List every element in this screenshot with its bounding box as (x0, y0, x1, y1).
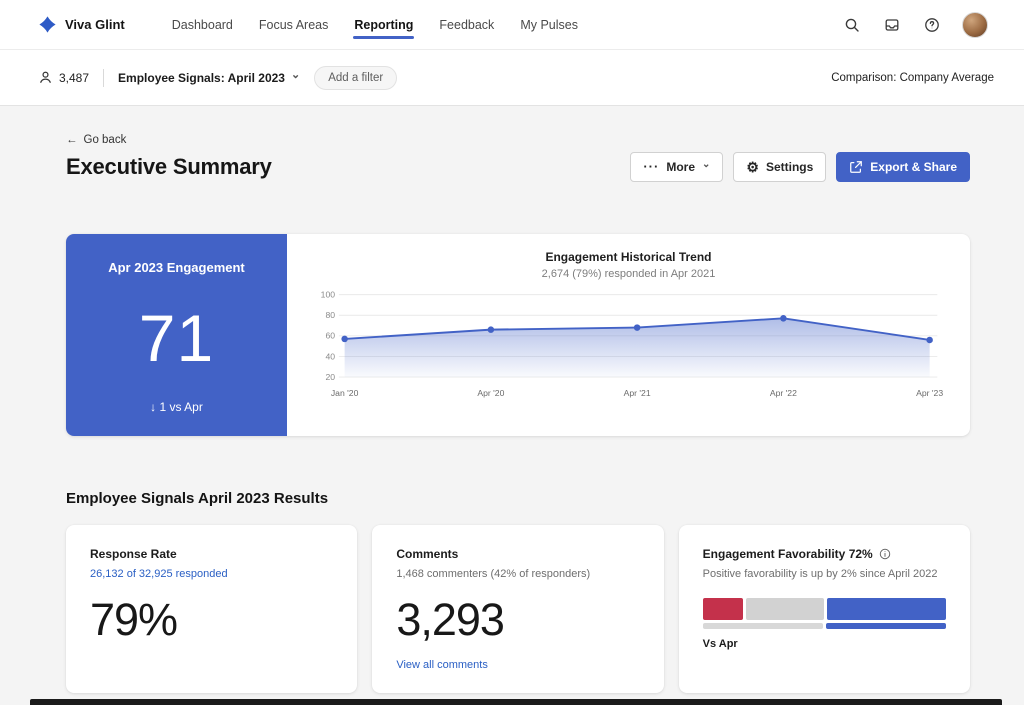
brand[interactable]: Viva Glint (38, 15, 125, 34)
page-header: Executive Summary ··· More ⌄ ⚙ Settings … (66, 152, 970, 182)
user-avatar[interactable] (962, 12, 988, 38)
favorability-segment-favorable (827, 598, 946, 620)
view-all-comments-link[interactable]: View all comments (396, 659, 488, 671)
favorability-vs-label: Vs Apr (703, 638, 738, 650)
page-toolbar: ··· More ⌄ ⚙ Settings Export & Share (630, 152, 970, 182)
chevron-down-icon: ⌄ (291, 70, 300, 81)
engagement-score-panel: Apr 2023 Engagement 71 ↓ 1 vs Apr (66, 234, 287, 436)
svg-text:Jan '20: Jan '20 (331, 388, 359, 398)
viva-glint-logo (38, 15, 57, 34)
comments-value: 3,293 (396, 594, 504, 646)
svg-text:Apr '20: Apr '20 (477, 388, 504, 398)
favorability-bar (703, 598, 946, 620)
engagement-score-label: Apr 2023 Engagement (108, 260, 245, 275)
chart-subtitle: 2,674 (79%) responded in Apr 2021 (309, 268, 948, 280)
nav-dashboard[interactable]: Dashboard (159, 0, 246, 49)
brand-name: Viva Glint (65, 17, 125, 32)
svg-text:40: 40 (325, 351, 335, 361)
engagement-score-delta: ↓ 1 vs Apr (150, 400, 203, 414)
search-icon[interactable] (842, 15, 862, 35)
favorability-segment-unfavorable (703, 598, 743, 620)
survey-selector[interactable]: Employee Signals: April 2023 ⌄ (118, 71, 300, 85)
favorability-segment-neutral (746, 598, 824, 620)
favorability-segment-neutral-prev (703, 623, 823, 629)
respondent-count-value: 3,487 (59, 71, 89, 85)
response-rate-title: Response Rate (90, 547, 177, 561)
chart-title: Engagement Historical Trend (309, 250, 948, 264)
svg-text:60: 60 (325, 331, 335, 341)
svg-text:100: 100 (321, 289, 336, 299)
favorability-card: Engagement Favorability 72% Positive fav… (679, 525, 970, 693)
more-label: More (666, 160, 695, 174)
divider (103, 69, 104, 87)
response-rate-card: Response Rate 26,132 of 32,925 responded… (66, 525, 357, 693)
comments-title: Comments (396, 547, 458, 561)
svg-text:Apr '21: Apr '21 (624, 388, 651, 398)
svg-text:Apr '23: Apr '23 (916, 388, 943, 398)
more-button[interactable]: ··· More ⌄ (630, 152, 723, 182)
export-share-button[interactable]: Export & Share (836, 152, 970, 182)
settings-button[interactable]: ⚙ Settings (733, 152, 826, 182)
responded-link[interactable]: 26,132 of 32,925 responded (90, 568, 228, 580)
background-window-edge (30, 699, 1002, 705)
svg-text:80: 80 (325, 310, 335, 320)
chevron-down-icon: ⌄ (702, 160, 710, 170)
help-icon[interactable] (922, 15, 942, 35)
gear-icon: ⚙ (746, 160, 759, 174)
go-back-label: Go back (84, 134, 127, 146)
comments-subtitle: 1,468 commenters (42% of responders) (396, 568, 590, 580)
results-cards: Response Rate 26,132 of 32,925 responded… (66, 525, 970, 693)
add-filter-button[interactable]: Add a filter (314, 66, 397, 90)
inbox-icon[interactable] (882, 15, 902, 35)
go-back-link[interactable]: ← Go back (66, 134, 126, 146)
person-icon (38, 70, 53, 85)
favorability-title: Engagement Favorability 72% (703, 547, 891, 561)
main-nav: Dashboard Focus Areas Reporting Feedback… (159, 0, 591, 49)
settings-label: Settings (766, 160, 813, 174)
svg-text:Apr '22: Apr '22 (770, 388, 797, 398)
response-rate-value: 79% (90, 594, 177, 646)
engagement-summary-card: Apr 2023 Engagement 71 ↓ 1 vs Apr Engage… (66, 234, 970, 436)
nav-feedback[interactable]: Feedback (426, 0, 507, 49)
favorability-segment-favorable-prev (826, 623, 946, 629)
top-navbar: Viva Glint Dashboard Focus Areas Reporti… (0, 0, 1024, 50)
filter-bar: 3,487 Employee Signals: April 2023 ⌄ Add… (0, 50, 1024, 106)
results-section-title: Employee Signals April 2023 Results (66, 490, 970, 507)
more-dots-icon: ··· (643, 160, 659, 173)
comparison-label: Comparison: Company Average (831, 72, 994, 84)
favorability-subtitle: Positive favorability is up by 2% since … (703, 568, 938, 580)
favorability-comparison-bar (703, 623, 946, 629)
survey-selector-label: Employee Signals: April 2023 (118, 71, 285, 85)
export-icon (849, 160, 863, 174)
nav-focus-areas[interactable]: Focus Areas (246, 0, 341, 49)
engagement-trend-panel: Engagement Historical Trend 2,674 (79%) … (287, 234, 970, 436)
engagement-trend-chart: 20 40 60 80 100 Jan '20 Apr '20 Apr '21 Apr '22 A… (309, 285, 948, 402)
respondent-count: 3,487 (38, 70, 89, 85)
main-content: ← Go back Executive Summary ··· More ⌄ ⚙… (0, 106, 1024, 705)
comments-card: Comments 1,468 commenters (42% of respon… (372, 525, 663, 693)
export-share-label: Export & Share (870, 160, 957, 174)
top-right-actions (842, 12, 988, 38)
back-arrow-icon: ← (66, 134, 78, 146)
info-icon[interactable] (879, 548, 891, 560)
svg-text:20: 20 (325, 372, 335, 382)
favorability-title-text: Engagement Favorability 72% (703, 547, 873, 561)
nav-my-pulses[interactable]: My Pulses (507, 0, 591, 49)
nav-reporting[interactable]: Reporting (341, 0, 426, 49)
page-title: Executive Summary (66, 154, 272, 180)
engagement-score-value: 71 (139, 305, 214, 371)
